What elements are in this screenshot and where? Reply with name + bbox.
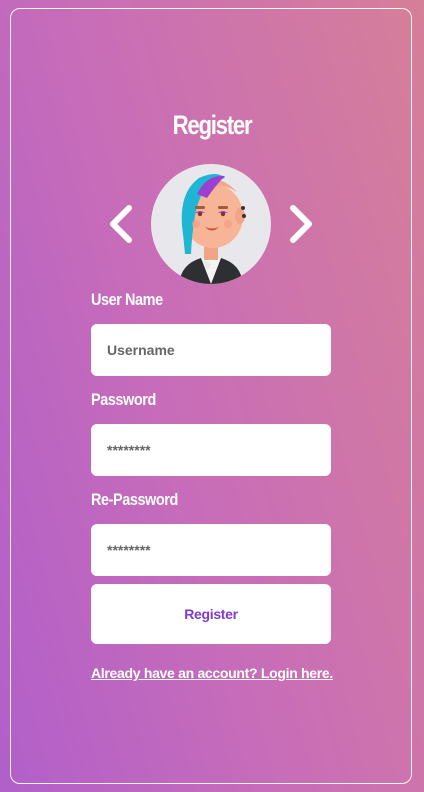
chevron-left-icon[interactable] — [107, 204, 135, 244]
page-title: Register — [172, 110, 253, 140]
chevron-right-icon[interactable] — [287, 204, 315, 244]
register-button[interactable]: Register — [91, 584, 331, 644]
avatar-picker — [0, 164, 424, 284]
username-label: User Name — [91, 290, 163, 309]
repassword-label: Re-Password — [91, 490, 178, 509]
username-input[interactable] — [91, 324, 331, 376]
password-label: Password — [91, 390, 156, 409]
avatar — [151, 164, 271, 284]
login-link[interactable]: Already have an account? Login here. — [0, 665, 424, 681]
password-input[interactable] — [91, 424, 331, 476]
repassword-input[interactable] — [91, 524, 331, 576]
